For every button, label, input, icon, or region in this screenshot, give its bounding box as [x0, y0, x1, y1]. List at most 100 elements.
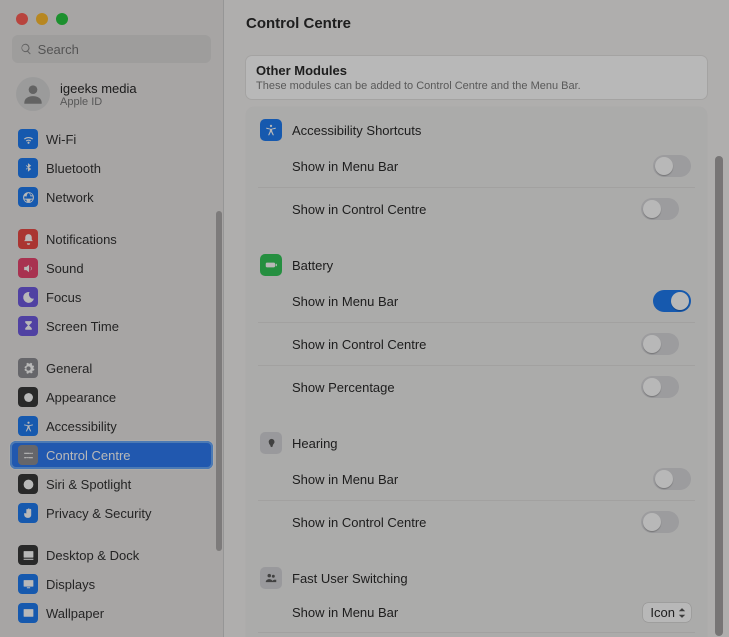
section-title: Other Modules — [256, 63, 697, 78]
sidebar-scrollbar[interactable] — [216, 211, 222, 551]
sidebar-item-wi-fi[interactable]: Wi-Fi — [10, 125, 213, 153]
account-row[interactable]: igeeks media Apple ID — [0, 69, 223, 121]
window-controls — [0, 0, 223, 25]
sidebar-item-label: Displays — [46, 577, 95, 592]
sidebar-item-network[interactable]: Network — [10, 183, 213, 211]
controls-icon — [18, 445, 38, 465]
search-field[interactable] — [12, 35, 211, 63]
account-sub: Apple ID — [60, 96, 137, 108]
module-title-accessibility-shortcuts: Accessibility Shortcuts — [246, 107, 707, 145]
chevron-updown-icon — [677, 608, 687, 618]
sidebar-item-label: Desktop & Dock — [46, 548, 139, 563]
sidebar-item-label: Network — [46, 190, 94, 205]
module-name: Battery — [292, 258, 333, 273]
main-pane: Control Centre Other Modules These modul… — [224, 0, 729, 637]
sidebar-item-label: Focus — [46, 290, 81, 305]
sidebar-item-screen-time[interactable]: Screen Time — [10, 312, 213, 340]
sidebar-item-label: Accessibility — [46, 419, 117, 434]
sidebar-item-appearance[interactable]: Appearance — [10, 383, 213, 411]
account-name: igeeks media — [60, 81, 137, 96]
settings-window: igeeks media Apple ID Wi-Fi Bluetooth Netw… — [0, 0, 729, 637]
gear-icon — [18, 358, 38, 378]
content-scrollbar[interactable] — [715, 156, 723, 636]
setting-label: Show Percentage — [292, 380, 395, 395]
sidebar-item-focus[interactable]: Focus — [10, 283, 213, 311]
sidebar: igeeks media Apple ID Wi-Fi Bluetooth Netw… — [0, 0, 224, 637]
hourglass-icon — [18, 316, 38, 336]
close-window-button[interactable] — [16, 13, 28, 25]
sidebar-item-control-centre[interactable]: Control Centre — [10, 441, 213, 469]
sidebar-item-siri-spotlight[interactable]: Siri & Spotlight — [10, 470, 213, 498]
toggle-switch[interactable] — [641, 333, 679, 355]
sidebar-item-label: Wallpaper — [46, 606, 104, 621]
setting-label: Show in Menu Bar — [292, 159, 398, 174]
toggle-switch[interactable] — [641, 376, 679, 398]
section-header-other-modules: Other Modules These modules can be added… — [246, 56, 707, 99]
bell-icon — [18, 229, 38, 249]
sidebar-item-label: Siri & Spotlight — [46, 477, 131, 492]
select-dropdown[interactable]: Icon — [643, 603, 691, 622]
sidebar-item-wallpaper[interactable]: Wallpaper — [10, 599, 213, 627]
sidebar-item-label: Wi-Fi — [46, 132, 76, 147]
setting-row: Show in Menu Bar Icon — [246, 593, 707, 632]
module-title-battery: Battery — [246, 242, 707, 280]
section-subtitle: These modules can be added to Control Ce… — [256, 80, 697, 92]
sidebar-item-label: Bluetooth — [46, 161, 101, 176]
display-icon — [18, 574, 38, 594]
toggle-switch[interactable] — [653, 468, 691, 490]
setting-row: Show in Control Centre — [258, 632, 695, 637]
sidebar-item-notifications[interactable]: Notifications — [10, 225, 213, 253]
desktop-icon — [18, 545, 38, 565]
toggle-switch[interactable] — [653, 155, 691, 177]
module-name: Hearing — [292, 436, 338, 451]
setting-row: Show in Menu Bar — [246, 458, 707, 500]
hand-icon — [18, 503, 38, 523]
sidebar-item-label: Control Centre — [46, 448, 131, 463]
page-title: Control Centre — [224, 0, 729, 46]
moon-icon — [18, 287, 38, 307]
sidebar-item-accessibility[interactable]: Accessibility — [10, 412, 213, 440]
sidebar-item-privacy-security[interactable]: Privacy & Security — [10, 499, 213, 527]
setting-label: Show in Menu Bar — [292, 294, 398, 309]
avatar — [16, 77, 50, 111]
sidebar-item-label: Sound — [46, 261, 84, 276]
module-name: Fast User Switching — [292, 571, 408, 586]
select-value: Icon — [650, 605, 675, 620]
toggle-switch[interactable] — [641, 511, 679, 533]
setting-row: Show in Control Centre — [258, 500, 695, 543]
globe-icon — [18, 187, 38, 207]
siri-icon — [18, 474, 38, 494]
bluetooth-icon — [18, 158, 38, 178]
content-area: Other Modules These modules can be added… — [224, 46, 729, 637]
accessibility-icon — [18, 416, 38, 436]
sidebar-item-general[interactable]: General — [10, 354, 213, 382]
module-title-hearing: Hearing — [246, 420, 707, 458]
appearance-icon — [18, 387, 38, 407]
search-icon — [20, 42, 33, 56]
setting-label: Show in Control Centre — [292, 202, 426, 217]
search-input[interactable] — [38, 42, 203, 57]
sidebar-item-label: General — [46, 361, 92, 376]
toggle-switch[interactable] — [641, 198, 679, 220]
module-name: Accessibility Shortcuts — [292, 123, 421, 138]
setting-row: Show in Control Centre — [258, 322, 695, 365]
sidebar-item-bluetooth[interactable]: Bluetooth — [10, 154, 213, 182]
sidebar-item-sound[interactable]: Sound — [10, 254, 213, 282]
fullscreen-window-button[interactable] — [56, 13, 68, 25]
setting-row: Show in Menu Bar — [246, 280, 707, 322]
setting-label: Show in Menu Bar — [292, 605, 398, 620]
ear-icon — [260, 432, 282, 454]
setting-row: Show in Control Centre — [258, 187, 695, 230]
toggle-switch[interactable] — [653, 290, 691, 312]
setting-row: Show in Menu Bar — [246, 145, 707, 187]
sidebar-item-desktop-dock[interactable]: Desktop & Dock — [10, 541, 213, 569]
setting-label: Show in Control Centre — [292, 515, 426, 530]
minimize-window-button[interactable] — [36, 13, 48, 25]
sidebar-list: Wi-Fi Bluetooth Network Notifications Sound F… — [0, 121, 223, 631]
sidebar-item-displays[interactable]: Displays — [10, 570, 213, 598]
accessibility-icon — [260, 119, 282, 141]
sidebar-item-label: Notifications — [46, 232, 117, 247]
wifi-icon — [18, 129, 38, 149]
battery-icon — [260, 254, 282, 276]
wallpaper-icon — [18, 603, 38, 623]
